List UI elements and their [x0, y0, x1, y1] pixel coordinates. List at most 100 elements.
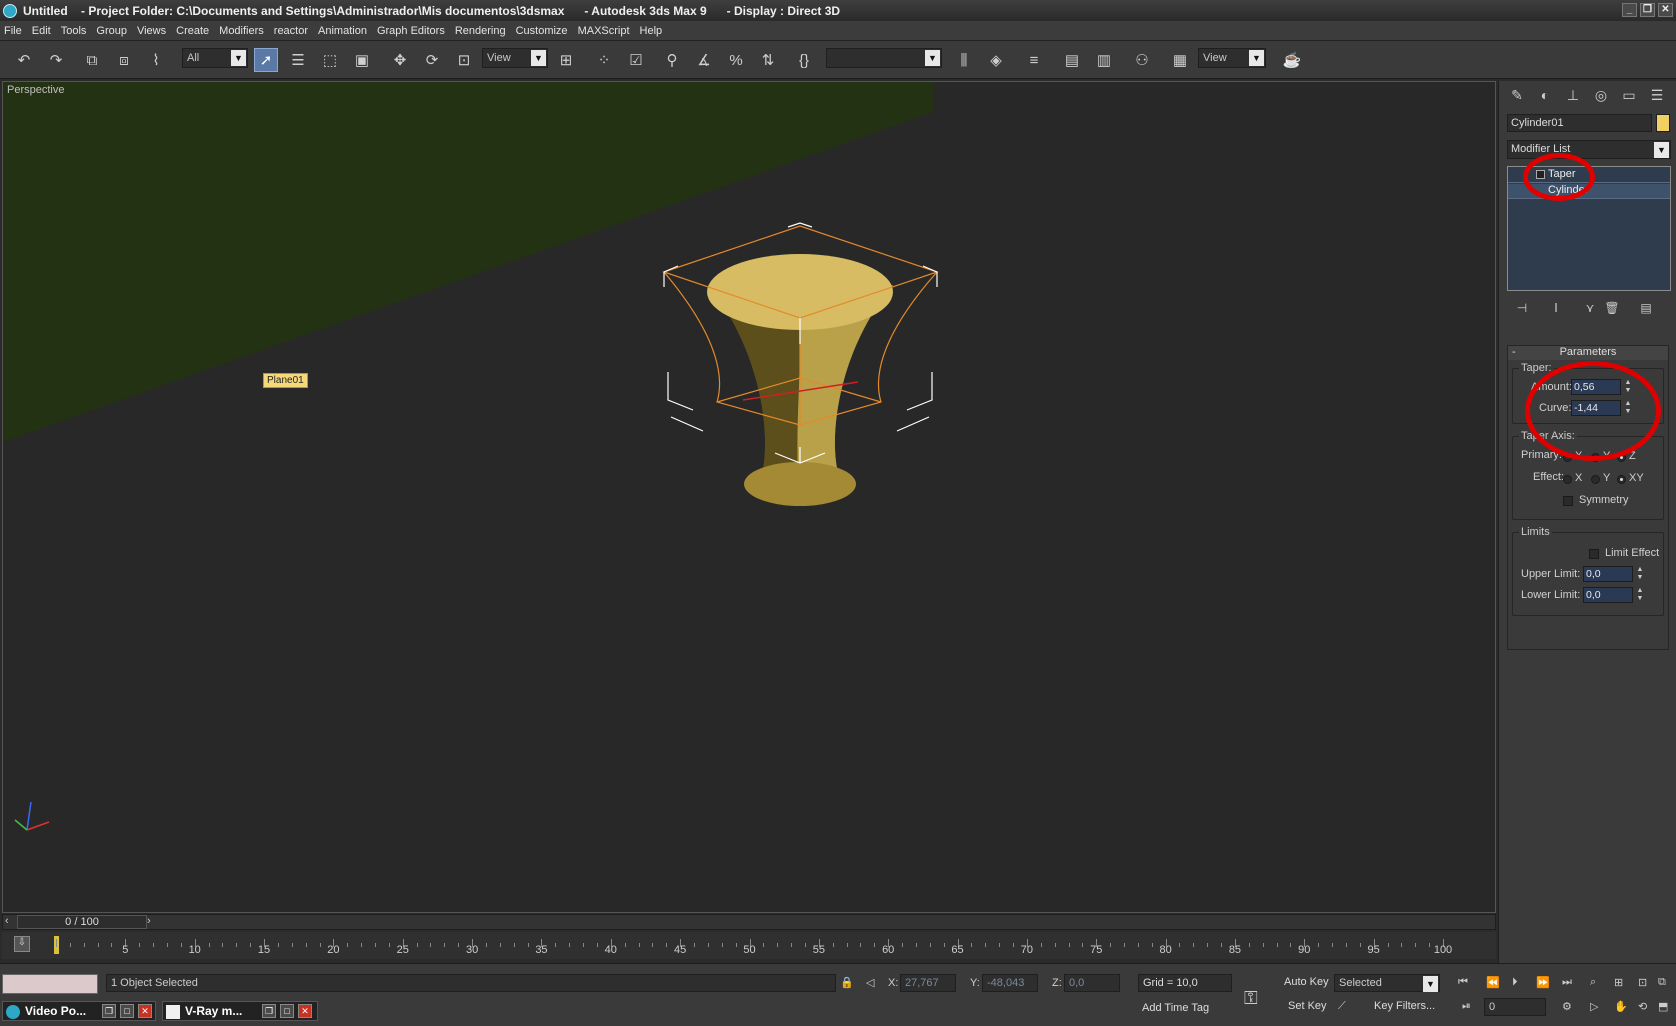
auto-key-button[interactable]: Auto Key: [1280, 974, 1333, 992]
effect-y-radio[interactable]: [1591, 475, 1600, 484]
rectangular-selection-icon[interactable]: ⬚: [318, 48, 342, 72]
z-coordinate-field[interactable]: 0,0: [1064, 974, 1120, 992]
menu-edit[interactable]: Edit: [32, 25, 51, 37]
time-slider[interactable]: ‹ 0 / 100 ›: [2, 914, 1496, 930]
lock-selection-icon[interactable]: 🔒: [840, 976, 854, 989]
menu-graph-editors[interactable]: Graph Editors: [377, 25, 445, 37]
time-slider-thumb[interactable]: 0 / 100: [17, 915, 147, 929]
snaps-toggle-icon[interactable]: ⚲: [660, 48, 684, 72]
curve-editor-icon[interactable]: ▤: [1060, 48, 1084, 72]
select-and-scale-icon[interactable]: ⊡: [452, 48, 476, 72]
menu-file[interactable]: File: [4, 25, 22, 37]
render-scene-icon[interactable]: ▦: [1168, 48, 1192, 72]
field-of-view-icon[interactable]: ▷: [1590, 1000, 1598, 1013]
unlink-selection-icon[interactable]: ⧈: [112, 48, 136, 72]
mirror-icon[interactable]: ⫼: [952, 48, 976, 72]
show-end-result-icon[interactable]: Ⅰ: [1547, 301, 1565, 319]
play-icon[interactable]: ⏵: [1512, 976, 1518, 989]
remove-modifier-icon[interactable]: 🗑: [1603, 301, 1621, 319]
key-filters-button[interactable]: Key Filters...: [1370, 998, 1439, 1016]
prev-frame-icon[interactable]: ‹: [5, 915, 9, 927]
schematic-view-icon[interactable]: ▥: [1092, 48, 1116, 72]
redo-icon[interactable]: ↷: [44, 48, 68, 72]
add-time-tag-button[interactable]: Add Time Tag: [1138, 1000, 1213, 1018]
percent-snap-icon[interactable]: %: [724, 48, 748, 72]
next-key-icon[interactable]: ⏩: [1536, 976, 1550, 989]
pan-icon[interactable]: ✋: [1614, 1000, 1628, 1013]
motion-tab-icon[interactable]: ◎: [1591, 87, 1611, 107]
maxscript-listener[interactable]: [2, 974, 98, 994]
current-frame-field[interactable]: 0: [1484, 998, 1546, 1016]
create-tab-icon[interactable]: ✎: [1507, 87, 1527, 107]
zoom-extents-icon[interactable]: ⊡: [1638, 976, 1647, 989]
select-and-rotate-icon[interactable]: ⟳: [420, 48, 444, 72]
key-icon[interactable]: ⚿: [1244, 988, 1258, 1009]
menu-group[interactable]: Group: [96, 25, 127, 37]
menu-maxscript[interactable]: MAXScript: [578, 25, 630, 37]
limit-effect-checkbox[interactable]: [1589, 549, 1599, 559]
perspective-viewport[interactable]: Perspective Plane01: [2, 81, 1496, 913]
menu-tools[interactable]: Tools: [61, 25, 87, 37]
spinner-snap-icon[interactable]: ⇅: [756, 48, 780, 72]
close-icon[interactable]: ✕: [298, 1004, 312, 1018]
taskbar-vray-frame-buffer[interactable]: V-Ray m...: [162, 1001, 318, 1021]
zoom-extents-all-icon[interactable]: ⧉: [1658, 976, 1666, 989]
utilities-tab-icon[interactable]: ☰: [1647, 87, 1667, 107]
undo-icon[interactable]: ↶: [12, 48, 36, 72]
bind-to-space-warp-icon[interactable]: ⌇: [144, 48, 168, 72]
go-to-start-icon[interactable]: ⏮: [1458, 976, 1468, 989]
rollout-header[interactable]: - Parameters: [1508, 346, 1668, 360]
restore-button[interactable]: ❐: [1640, 3, 1655, 17]
key-mode-toggle-icon[interactable]: ⏯: [1462, 1000, 1471, 1013]
menu-animation[interactable]: Animation: [318, 25, 367, 37]
lower-limit-spinner[interactable]: 0,0: [1583, 587, 1633, 603]
edit-named-selection-icon[interactable]: {}: [792, 48, 816, 72]
arc-rotate-icon[interactable]: ⟲: [1638, 1000, 1647, 1013]
go-to-end-icon[interactable]: ⏭: [1562, 976, 1572, 989]
select-object-icon[interactable]: ➚: [254, 48, 278, 72]
object-name-field[interactable]: Cylinder01: [1507, 114, 1652, 132]
menu-reactor[interactable]: reactor: [274, 25, 308, 37]
hierarchy-tab-icon[interactable]: ⊥: [1563, 87, 1583, 107]
keyboard-shortcut-toggle-icon[interactable]: ☑: [624, 48, 648, 72]
menu-rendering[interactable]: Rendering: [455, 25, 506, 37]
menu-help[interactable]: Help: [640, 25, 663, 37]
menu-modifiers[interactable]: Modifiers: [219, 25, 264, 37]
close-button[interactable]: ✕: [1658, 3, 1673, 17]
reference-coordinate-dropdown[interactable]: View ▼: [482, 48, 548, 68]
material-editor-icon[interactable]: ⚇: [1130, 48, 1154, 72]
absolute-mode-icon[interactable]: ◁: [866, 976, 874, 989]
next-frame-icon[interactable]: ›: [147, 915, 151, 927]
lower-limit-arrows[interactable]: ▲ ▼: [1635, 587, 1645, 603]
set-key-button[interactable]: Set Key: [1284, 998, 1331, 1016]
symmetry-checkbox[interactable]: [1563, 496, 1573, 506]
pin-stack-icon[interactable]: ⊣: [1513, 301, 1531, 319]
select-by-name-icon[interactable]: ☰: [286, 48, 310, 72]
menu-views[interactable]: Views: [137, 25, 166, 37]
render-type-dropdown[interactable]: View ▼: [1198, 48, 1266, 68]
restore-icon[interactable]: ❐: [102, 1004, 116, 1018]
angle-snap-icon[interactable]: ∡: [692, 48, 716, 72]
effect-xy-radio[interactable]: [1617, 475, 1626, 484]
close-icon[interactable]: ✕: [138, 1004, 152, 1018]
make-unique-icon[interactable]: ⋎: [1581, 301, 1599, 319]
key-tangent-icon[interactable]: ⟋: [1338, 1000, 1346, 1013]
named-selection-sets-dropdown[interactable]: ▼: [826, 48, 942, 68]
minimize-button[interactable]: _: [1622, 3, 1637, 17]
manipulate-icon[interactable]: ⁘: [592, 48, 616, 72]
upper-limit-arrows[interactable]: ▲ ▼: [1635, 566, 1645, 582]
display-tab-icon[interactable]: ▭: [1619, 87, 1639, 107]
configure-modifier-sets-icon[interactable]: ▤: [1637, 301, 1655, 319]
previous-key-icon[interactable]: ⏪: [1486, 976, 1500, 989]
layer-manager-icon[interactable]: ≡: [1022, 48, 1046, 72]
x-coordinate-field[interactable]: 27,767: [900, 974, 956, 992]
effect-x-radio[interactable]: [1563, 475, 1572, 484]
align-icon[interactable]: ◈: [984, 48, 1008, 72]
time-configuration-icon[interactable]: ⚙: [1562, 1000, 1572, 1013]
y-coordinate-field[interactable]: -48,043: [982, 974, 1038, 992]
select-and-move-icon[interactable]: ✥: [388, 48, 412, 72]
modify-tab-icon[interactable]: ◐: [1535, 87, 1555, 107]
window-crossing-icon[interactable]: ▣: [350, 48, 374, 72]
pivot-center-icon[interactable]: ⊞: [554, 48, 578, 72]
select-and-link-icon[interactable]: ⧉: [80, 48, 104, 72]
